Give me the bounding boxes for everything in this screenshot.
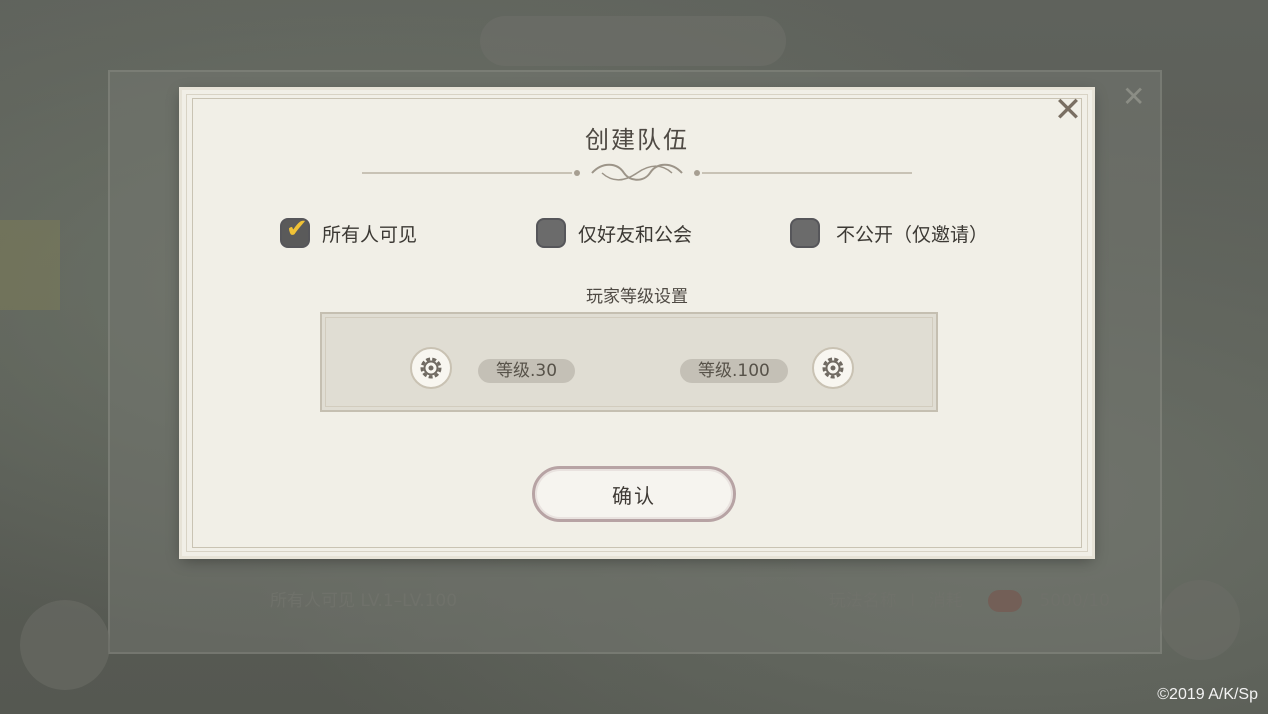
coin-icon [987, 590, 1022, 612]
max-level-value: 等级.100 [680, 359, 788, 383]
background-cost-value: 5000/10 [1039, 591, 1110, 611]
background-team-row: 所有人可见 LV.1–LV.100 玩法名称 I 消耗 5000/10 [270, 586, 1150, 612]
background-separator: I [910, 591, 916, 611]
min-level-settings-button[interactable] [410, 347, 452, 389]
option-label: 所有人可见 [322, 223, 418, 246]
private-checkbox[interactable] [790, 218, 820, 248]
confirm-label: 确认 [612, 483, 656, 508]
background-close-icon: ✕ [1122, 80, 1146, 113]
gear-icon [822, 357, 844, 379]
min-level-value: 等级.30 [478, 359, 576, 383]
max-level-settings-button[interactable] [812, 347, 854, 389]
level-settings-label: 玩家等级设置 [586, 287, 688, 307]
option-label: 仅好友和公会 [578, 223, 693, 246]
option-public[interactable]: ✔ 所有人可见 [280, 214, 418, 250]
title-ornament [362, 163, 912, 181]
friends-guild-checkbox[interactable] [536, 218, 566, 248]
option-private[interactable]: 不公开（仅邀请） [790, 216, 988, 250]
visibility-options: ✔ 所有人可见 仅好友和公会 不公开（仅邀请） [280, 214, 1000, 250]
public-checkbox[interactable]: ✔ [280, 214, 310, 248]
background-left-card [0, 220, 60, 310]
background-circle [1160, 580, 1240, 660]
option-friends-guild[interactable]: 仅好友和公会 [536, 216, 692, 250]
check-icon: ✔ [286, 214, 308, 244]
background-top-bar [480, 16, 786, 66]
background-circle [20, 600, 110, 690]
background-cost: 玩法名称 I 消耗 5000/10 [829, 586, 1110, 612]
background-cost-label: 消耗 [928, 591, 963, 611]
copyright-watermark: ©2019 A/K/Sp [1157, 686, 1258, 703]
level-settings-panel: 等级.30 等级.100 [320, 312, 938, 412]
gear-icon [420, 357, 442, 379]
dialog-title: 创建队伍 [585, 126, 689, 154]
background-visibility-text: 所有人可见 LV.1–LV.100 [270, 591, 458, 611]
option-label: 不公开（仅邀请） [836, 223, 989, 246]
confirm-button[interactable]: 确认 [532, 466, 736, 522]
create-team-dialog: ✕ 创建队伍 ✔ 所有人可见 仅好友和公会 不公开（仅邀请） 玩家等级设置 等级… [182, 90, 1092, 556]
background-mode-name: 玩法名称 [828, 591, 897, 611]
